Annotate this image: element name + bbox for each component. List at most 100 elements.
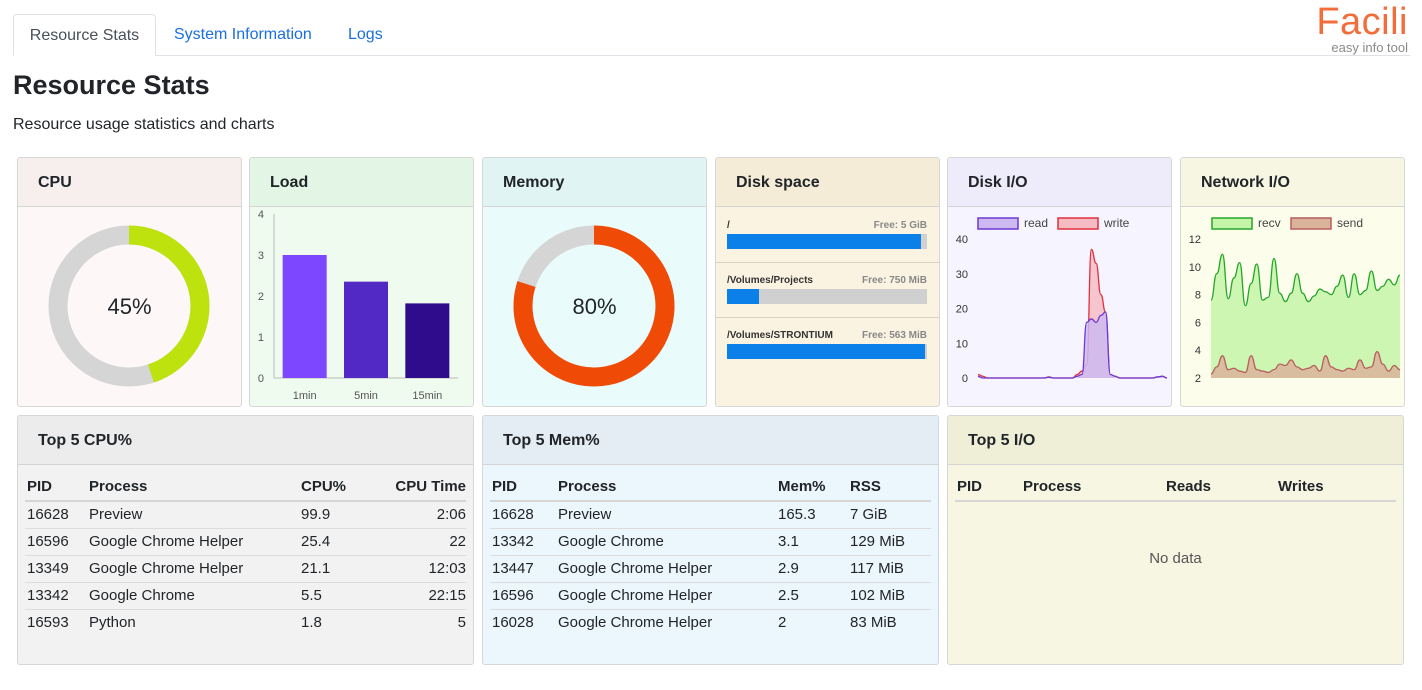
table-row: 13447 Google Chrome Helper 2.9 117 MiB (490, 554, 931, 582)
disk-usage-bar (727, 234, 927, 249)
tab-resource-stats[interactable]: Resource Stats (13, 14, 156, 56)
series-area (1211, 254, 1400, 378)
disk-free: Free: 5 GiB (873, 220, 927, 231)
disk-name: / (727, 220, 730, 231)
cell-process: Google Chrome Helper (558, 554, 778, 582)
x-tick-label: 5min (354, 390, 378, 402)
x-tick-label: 15min (412, 390, 442, 402)
memory-card: Memory 80% (482, 157, 707, 407)
cell-cpu: 5.5 (301, 581, 371, 609)
top-mem-card: Top 5 Mem% PID Process Mem% RSS 16628 Pre… (482, 415, 939, 665)
column-header-mem: Mem% (778, 473, 850, 502)
load-card-title: Load (250, 158, 473, 207)
disk-item: /Volumes/Projects Free: 750 MiB (727, 275, 927, 305)
disk-usage-bar (727, 289, 927, 304)
table-row: 16596 Google Chrome Helper 2.5 102 MiB (490, 581, 931, 609)
tab-system-information[interactable]: System Information (158, 14, 328, 56)
disk-usage-bar (727, 344, 927, 359)
cpu-gauge-value: 45% (107, 294, 152, 319)
bar (282, 255, 327, 378)
table-row: 13349 Google Chrome Helper 21.1 12:03 (25, 554, 466, 582)
disk-space-card-title: Disk space (716, 158, 939, 207)
cell-pid: 13342 (490, 527, 558, 555)
cell-cpu: 25.4 (301, 527, 371, 555)
table-row: 16628 Preview 165.3 7 GiB (490, 501, 931, 528)
cell-pid: 13447 (490, 554, 558, 582)
cell-process: Google Chrome Helper (558, 608, 778, 636)
tab-logs[interactable]: Logs (332, 14, 399, 56)
table-row: 16596 Google Chrome Helper 25.4 22 (25, 527, 466, 555)
column-header-rss: RSS (850, 473, 931, 502)
legend-label: send (1337, 216, 1363, 230)
top-cpu-table: PID Process CPU% CPU Time 16628 Preview 99… (25, 473, 466, 636)
column-header-process: Process (89, 473, 301, 502)
cell-cpu-time: 22:15 (371, 581, 466, 609)
legend-swatch (1290, 217, 1332, 230)
disk-name: /Volumes/Projects (727, 275, 813, 286)
y-tick-label: 40 (956, 234, 968, 246)
y-tick-label: 0 (258, 373, 264, 385)
y-tick-label: 20 (956, 304, 968, 316)
cell-rss: 117 MiB (850, 554, 931, 582)
y-tick-label: 2 (1195, 373, 1201, 385)
cell-process: Preview (89, 506, 143, 524)
y-tick-label: 2 (258, 291, 264, 303)
column-header-pid: PID (955, 473, 1023, 502)
cell-pid: 13342 (25, 581, 89, 609)
cell-rss: 7 GiB (850, 506, 888, 524)
column-header-process: Process (558, 473, 778, 502)
series-area (978, 311, 1167, 378)
column-header-pid: PID (25, 473, 89, 502)
disk-io-card-title: Disk I/O (948, 158, 1171, 207)
memory-gauge-value: 80% (572, 294, 617, 319)
tab-bar: Resource Stats System Information Logs (13, 14, 1410, 56)
cell-rss: 83 MiB (850, 608, 931, 636)
network-io-card-title: Network I/O (1181, 158, 1404, 207)
page-subtitle: Resource usage statistics and charts (13, 116, 275, 133)
bar (344, 281, 388, 378)
load-chart: 0 1 2 3 4 1min 5min 15min (258, 209, 458, 402)
y-tick-label: 6 (1195, 317, 1201, 329)
top-mem-card-title: Top 5 Mem% (483, 416, 938, 465)
column-header-pid: PID (490, 473, 558, 502)
cpu-card-title: CPU (18, 158, 241, 207)
cell-mem: 3.1 (778, 527, 850, 555)
cell-process: Google Chrome (89, 581, 301, 609)
legend-label: recv (1258, 216, 1281, 230)
top-io-table: PID Process Reads Writes (955, 473, 1396, 502)
cell-mem: 2 (778, 608, 850, 636)
y-tick-label: 30 (956, 269, 968, 281)
top-mem-table: PID Process Mem% RSS 16628 Preview 165.3 7 … (490, 473, 931, 636)
cell-cpu-time: 5 (371, 608, 466, 636)
y-tick-label: 1 (258, 332, 264, 344)
table-row: 13342 Google Chrome 3.1 129 MiB (490, 527, 931, 555)
cell-cpu-time: 22 (371, 527, 466, 555)
cell-pid: 16628 (492, 506, 534, 524)
table-row: 16628 Preview 99.9 2:06 (25, 501, 466, 528)
legend-swatch (1057, 217, 1099, 230)
y-tick-label: 10 (956, 338, 968, 350)
cell-process: Google Chrome Helper (89, 554, 301, 582)
load-card: Load 0 1 2 3 4 1min 5min 15min (249, 157, 474, 407)
disk-usage-fill (727, 234, 921, 249)
column-header-reads: Reads (1166, 473, 1278, 502)
legend-label: read (1024, 216, 1048, 230)
disk-item: / Free: 5 GiB (727, 220, 927, 250)
disk-name: /Volumes/STRONTIUM (727, 330, 833, 341)
column-header-cpu: CPU% (301, 473, 371, 502)
empty-state-message: No data (1149, 550, 1202, 567)
disk-free: Free: 750 MiB (861, 275, 927, 286)
network-io-chart: 2 4 6 8 10 12 recv send (1189, 216, 1401, 385)
cpu-card: CPU 45% (17, 157, 242, 407)
column-header-process: Process (1023, 473, 1166, 502)
disk-free: Free: 563 MiB (861, 330, 927, 341)
top-cpu-card-title: Top 5 CPU% (18, 416, 473, 465)
column-header-cpu-time: CPU Time (371, 473, 466, 502)
y-tick-label: 4 (1195, 345, 1201, 357)
cell-cpu: 99.9 (301, 506, 331, 524)
cell-pid: 16593 (25, 608, 89, 636)
cell-cpu: 21.1 (301, 554, 371, 582)
y-tick-label: 8 (1195, 290, 1201, 302)
disk-item: /Volumes/STRONTIUM Free: 563 MiB (727, 330, 927, 360)
top-io-card: Top 5 I/O PID Process Reads Writes No da… (947, 415, 1404, 665)
